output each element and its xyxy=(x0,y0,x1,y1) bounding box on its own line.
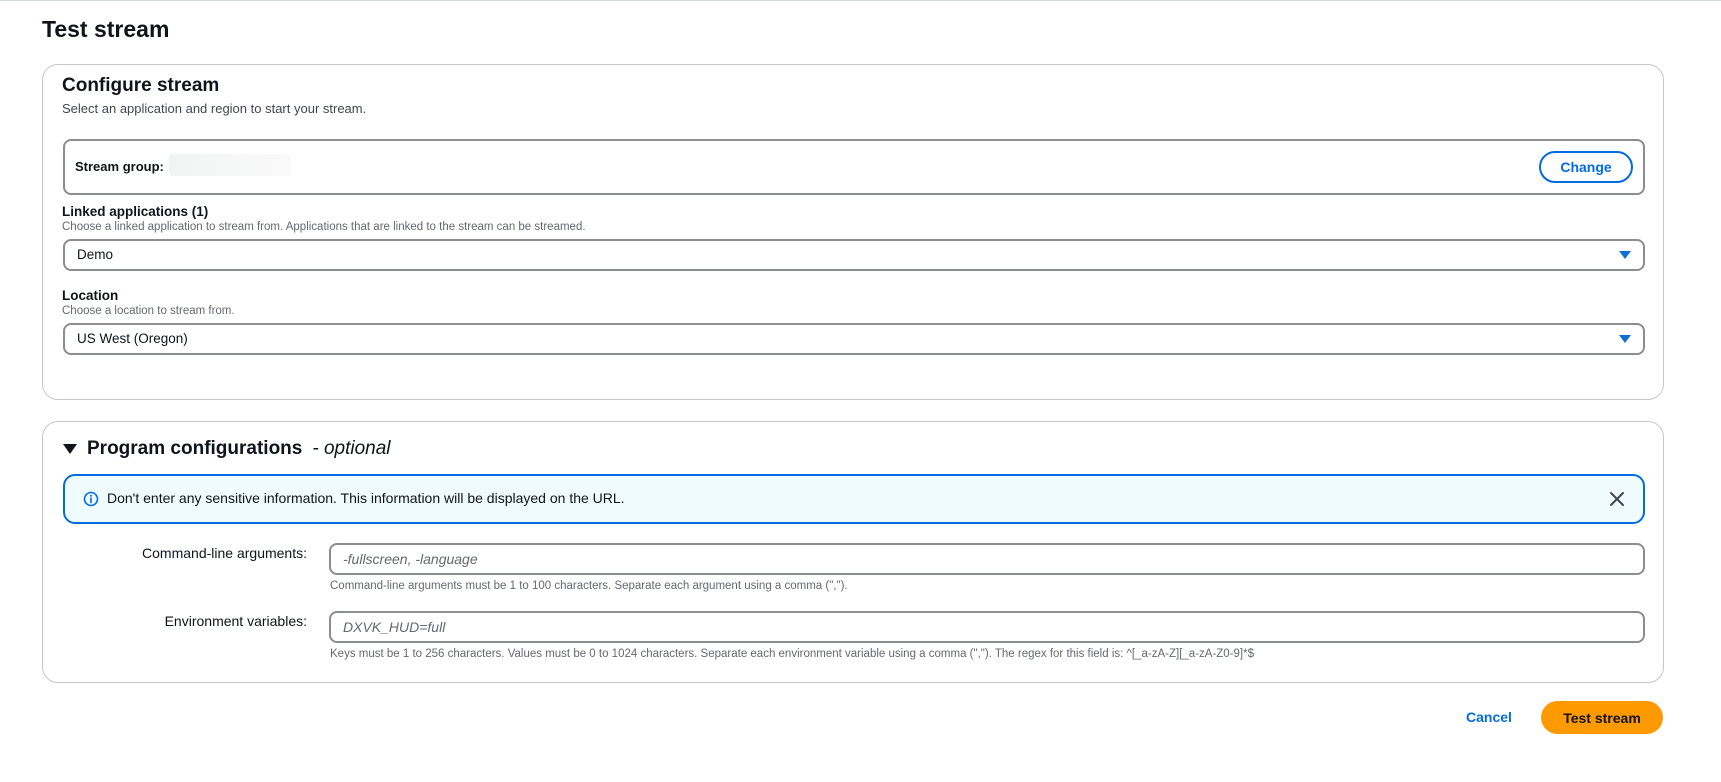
linked-applications-help: Choose a linked application to stream fr… xyxy=(62,221,586,233)
program-configurations-toggle[interactable]: Program configurations - optional xyxy=(63,438,391,460)
environment-variables-help: Keys must be 1 to 256 characters. Values… xyxy=(330,648,1254,660)
close-icon[interactable] xyxy=(1607,489,1627,509)
command-line-arguments-input[interactable] xyxy=(329,543,1645,575)
location-select[interactable]: US West (Oregon) xyxy=(63,323,1645,355)
configure-stream-panel: Configure stream Select an application a… xyxy=(42,64,1664,400)
caret-down-icon xyxy=(1619,251,1631,259)
linked-application-value: Demo xyxy=(77,247,114,262)
linked-applications-label: Linked applications (1) xyxy=(62,204,209,219)
configure-stream-title: Configure stream xyxy=(62,75,220,96)
alert-message: Don't enter any sensitive information. T… xyxy=(107,490,625,506)
location-label: Location xyxy=(62,288,119,303)
caret-down-icon xyxy=(1619,335,1631,343)
optional-label: - optional xyxy=(312,438,391,459)
location-help: Choose a location to stream from. xyxy=(62,305,235,317)
environment-variables-input[interactable] xyxy=(329,611,1645,643)
linked-application-select[interactable]: Demo xyxy=(63,239,1645,271)
program-configurations-panel: Program configurations - optional Don't … xyxy=(42,421,1664,683)
caret-expanded-icon xyxy=(63,444,77,454)
info-alert: Don't enter any sensitive information. T… xyxy=(63,474,1645,524)
page-title: Test stream xyxy=(42,16,170,42)
stream-group-label: Stream group: xyxy=(75,159,164,174)
stream-group-value-redacted xyxy=(169,154,291,176)
cancel-button[interactable]: Cancel xyxy=(1466,709,1512,725)
test-stream-button[interactable]: Test stream xyxy=(1541,701,1663,734)
location-value: US West (Oregon) xyxy=(77,331,188,346)
configure-stream-description: Select an application and region to star… xyxy=(62,101,367,116)
stream-group-box: Stream group: Change xyxy=(63,139,1645,195)
top-divider xyxy=(0,0,1721,1)
command-line-arguments-help: Command-line arguments must be 1 to 100 … xyxy=(330,580,848,592)
command-line-arguments-label: Command-line arguments: xyxy=(142,545,307,561)
info-icon xyxy=(83,491,99,507)
change-stream-group-button[interactable]: Change xyxy=(1539,151,1633,183)
program-configurations-title: Program configurations xyxy=(87,438,303,459)
environment-variables-label: Environment variables: xyxy=(164,613,307,629)
